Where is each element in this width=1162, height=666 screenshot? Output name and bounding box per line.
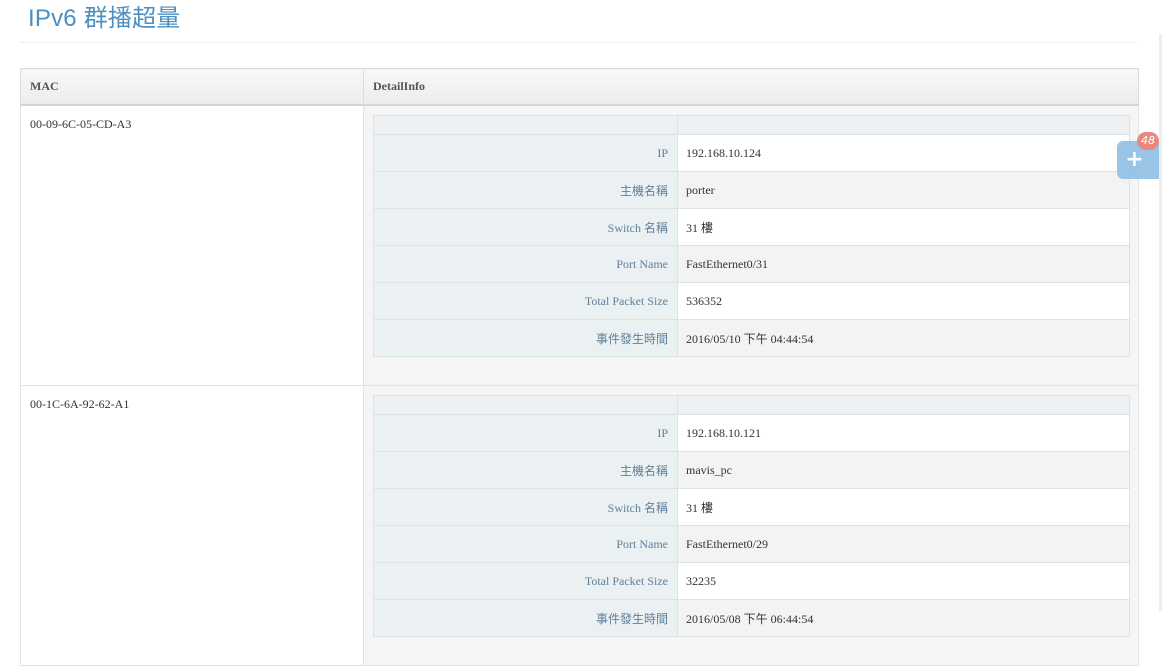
detail-row-hostname: 主機名稱 porter	[373, 171, 1130, 209]
detail-value: 192.168.10.124	[677, 134, 1130, 172]
detail-value: mavis_pc	[677, 451, 1130, 489]
table-row: 00-09-6C-05-CD-A3 IP 192.168.10.124 主機名稱…	[20, 104, 1139, 386]
detail-value: FastEthernet0/31	[677, 245, 1130, 283]
detail-label: 事件發生時間	[373, 599, 678, 637]
detail-value: 31 樓	[677, 208, 1130, 246]
detail-label: 主機名稱	[373, 451, 678, 489]
detail-row-packet-size: Total Packet Size 32235	[373, 562, 1130, 600]
column-header-mac[interactable]: MAC	[20, 68, 364, 106]
column-header-detailinfo[interactable]: DetailInfo	[363, 68, 1139, 106]
detail-row-event-time: 事件發生時間 2016/05/08 下午 06:44:54	[373, 599, 1130, 637]
detail-value: porter	[677, 171, 1130, 209]
page-title: IPv6 群播超量	[28, 5, 181, 32]
detail-row-ip: IP 192.168.10.121	[373, 414, 1130, 452]
detail-value: 2016/05/08 下午 06:44:54	[677, 599, 1130, 637]
table-row: 00-1C-6A-92-62-A1 IP 192.168.10.121 主機名稱…	[20, 385, 1139, 666]
detail-header-row	[373, 115, 1130, 135]
mac-cell: 00-09-6C-05-CD-A3	[20, 104, 364, 386]
detail-value: 32235	[677, 562, 1130, 600]
detail-row-packet-size: Total Packet Size 536352	[373, 282, 1130, 320]
detail-label: Switch 名稱	[373, 488, 678, 526]
detail-table: IP 192.168.10.124 主機名稱 porter Switch 名稱 …	[373, 115, 1130, 357]
detail-row-port: Port Name FastEthernet0/31	[373, 245, 1130, 283]
detail-value: 192.168.10.121	[677, 414, 1130, 452]
table-header-row: MAC DetailInfo	[20, 68, 1139, 106]
detail-label: IP	[373, 414, 678, 452]
detail-label: Port Name	[373, 245, 678, 283]
notification-badge: 48	[1137, 132, 1159, 150]
detail-label: Port Name	[373, 525, 678, 563]
event-table: MAC DetailInfo 00-09-6C-05-CD-A3 IP 192.…	[20, 68, 1139, 666]
detail-label: Total Packet Size	[373, 282, 678, 320]
detail-row-ip: IP 192.168.10.124	[373, 134, 1130, 172]
detail-label: IP	[373, 134, 678, 172]
detail-cell: IP 192.168.10.121 主機名稱 mavis_pc Switch 名…	[363, 385, 1139, 666]
detail-row-port: Port Name FastEthernet0/29	[373, 525, 1130, 563]
detail-table: IP 192.168.10.121 主機名稱 mavis_pc Switch 名…	[373, 395, 1130, 637]
detail-label: Switch 名稱	[373, 208, 678, 246]
detail-value: 536352	[677, 282, 1130, 320]
detail-row-event-time: 事件發生時間 2016/05/10 下午 04:44:54	[373, 319, 1130, 357]
detail-header-row	[373, 395, 1130, 415]
plus-icon: +	[1125, 147, 1144, 172]
detail-value: 2016/05/10 下午 04:44:54	[677, 319, 1130, 357]
detail-row-switch: Switch 名稱 31 樓	[373, 208, 1130, 246]
detail-row-switch: Switch 名稱 31 樓	[373, 488, 1130, 526]
title-divider	[20, 42, 1138, 43]
mac-cell: 00-1C-6A-92-62-A1	[20, 385, 364, 666]
detail-cell: IP 192.168.10.124 主機名稱 porter Switch 名稱 …	[363, 104, 1139, 386]
detail-value: FastEthernet0/29	[677, 525, 1130, 563]
detail-label: Total Packet Size	[373, 562, 678, 600]
detail-row-hostname: 主機名稱 mavis_pc	[373, 451, 1130, 489]
detail-label: 事件發生時間	[373, 319, 678, 357]
detail-value: 31 樓	[677, 488, 1130, 526]
detail-label: 主機名稱	[373, 171, 678, 209]
